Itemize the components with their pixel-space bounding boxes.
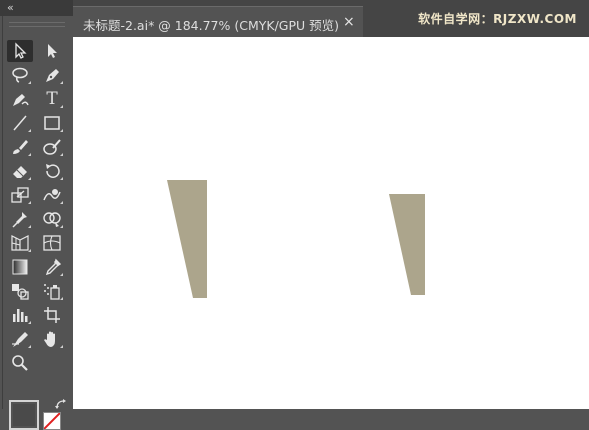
none-color-icon xyxy=(44,413,60,429)
puppet-warp-tool[interactable] xyxy=(7,208,33,230)
zoom-tool[interactable] xyxy=(7,352,33,374)
gradient-tool-icon xyxy=(12,259,28,275)
swap-fill-stroke-icon[interactable] xyxy=(55,398,67,410)
type-tool-icon: T xyxy=(46,89,58,109)
curvature-tool[interactable] xyxy=(7,88,33,110)
close-icon[interactable]: × xyxy=(343,14,355,30)
shape-builder-tool[interactable] xyxy=(39,208,65,230)
hand-tool-icon xyxy=(44,331,55,347)
fill-swatch[interactable] xyxy=(9,400,39,430)
blob-brush-tool[interactable] xyxy=(39,136,65,158)
scale-tool[interactable] xyxy=(7,184,33,206)
eyedropper-tool-icon xyxy=(45,258,62,276)
artboard-tool[interactable] xyxy=(39,304,65,326)
graph-tool[interactable] xyxy=(7,304,33,326)
blend-tool[interactable] xyxy=(7,280,33,302)
panel-collapse-bar[interactable]: « xyxy=(0,0,73,16)
line-segment-tool-icon xyxy=(13,115,27,131)
type-tool[interactable]: T xyxy=(39,88,65,110)
symbol-sprayer-tool-icon xyxy=(44,284,60,300)
direct-selection-tool[interactable] xyxy=(39,40,65,62)
warp-tool-icon xyxy=(43,189,61,201)
mesh-tool-icon xyxy=(43,235,61,251)
watermark-text: 软件自学网：RJZXW.COM xyxy=(418,12,577,26)
pen-tool-icon xyxy=(46,69,59,82)
graph-tool-icon xyxy=(13,309,28,322)
rotate-tool[interactable] xyxy=(39,160,65,182)
slice-tool[interactable] xyxy=(7,328,33,350)
rectangle-tool-icon xyxy=(44,116,60,130)
scale-tool-icon xyxy=(11,187,29,203)
toolbar: T xyxy=(2,16,72,430)
fill-stroke-swatches xyxy=(9,398,69,430)
pen-tool[interactable] xyxy=(39,64,65,86)
tools-panel: « T xyxy=(0,0,73,430)
blend-tool-icon xyxy=(12,284,29,300)
toolbar-grip[interactable] xyxy=(9,22,65,27)
gradient-tool[interactable] xyxy=(7,256,33,278)
blob-brush-tool-icon xyxy=(43,139,61,155)
artboard-canvas[interactable] xyxy=(73,37,589,409)
document-tab-bar: 未标题-2.ai* @ 184.77% (CMYK/GPU 预览) × 软件自学… xyxy=(73,0,589,38)
lasso-tool-icon xyxy=(12,67,28,83)
rotate-tool-icon xyxy=(46,164,60,178)
stroke-swatch[interactable] xyxy=(43,412,61,430)
artwork xyxy=(167,180,425,298)
right-trapezoid-shape[interactable] xyxy=(389,194,425,295)
perspective-grid-tool[interactable] xyxy=(7,232,33,254)
selection-tool-icon xyxy=(15,42,27,59)
eyedropper-tool[interactable] xyxy=(39,256,65,278)
paintbrush-tool-icon xyxy=(13,140,28,154)
line-segment-tool[interactable] xyxy=(7,112,33,134)
document-tab[interactable]: 未标题-2.ai* @ 184.77% (CMYK/GPU 预览) × xyxy=(73,6,363,38)
document-tab-title: 未标题-2.ai* @ 184.77% (CMYK/GPU 预览) xyxy=(83,18,340,33)
curvature-tool-icon xyxy=(13,94,29,106)
eraser-tool[interactable] xyxy=(7,160,33,182)
zoom-tool-icon xyxy=(12,355,28,371)
warp-tool[interactable] xyxy=(39,184,65,206)
puppet-warp-tool-icon xyxy=(12,212,27,228)
paintbrush-tool[interactable] xyxy=(7,136,33,158)
eraser-tool-icon xyxy=(13,166,27,178)
mesh-tool[interactable] xyxy=(39,232,65,254)
shape-builder-tool-icon xyxy=(43,212,61,227)
artboard-tool-icon xyxy=(44,307,60,323)
symbol-sprayer-tool[interactable] xyxy=(39,280,65,302)
perspective-grid-tool-icon xyxy=(11,235,29,251)
rectangle-tool[interactable] xyxy=(39,112,65,134)
left-trapezoid-shape[interactable] xyxy=(167,180,207,298)
hand-tool[interactable] xyxy=(39,328,65,350)
direct-selection-tool-icon xyxy=(48,44,57,58)
selection-tool[interactable] xyxy=(7,40,33,62)
collapse-icon[interactable]: « xyxy=(7,1,14,14)
lasso-tool[interactable] xyxy=(7,64,33,86)
slice-tool-icon xyxy=(12,332,28,347)
